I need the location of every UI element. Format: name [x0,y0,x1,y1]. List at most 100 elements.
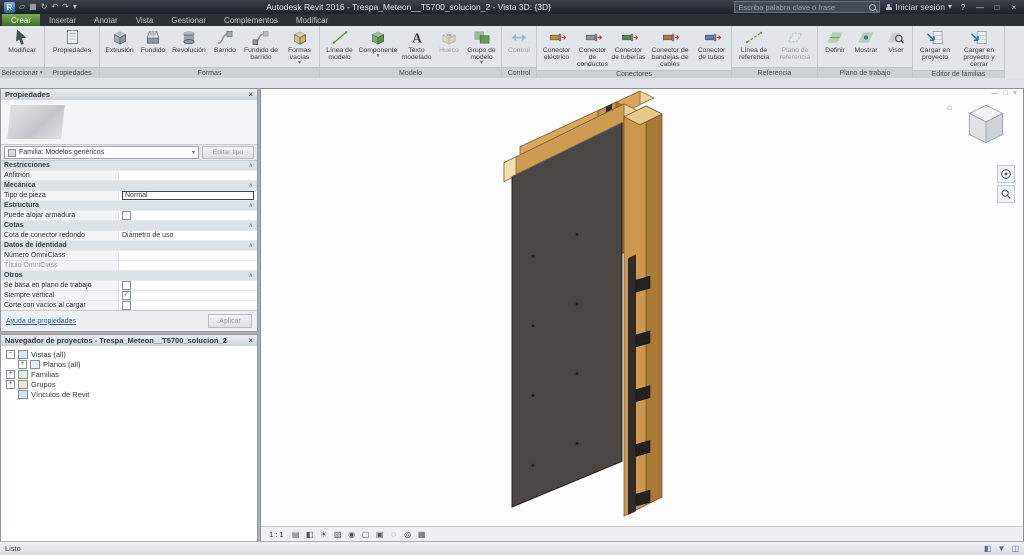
visual-style-icon[interactable]: ◧ [304,529,316,540]
tree-item-vistas[interactable]: − Vistas (all) [1,349,257,359]
conector-electrico-button[interactable]: Conector eléctrico [539,27,574,69]
expander-icon[interactable]: + [6,370,15,379]
tree-item-vinculos[interactable]: Vínculos de Revit [1,389,257,399]
temporary-hide-icon[interactable]: ◌ [388,529,400,540]
control-button[interactable]: Control [504,27,534,66]
minimize-button[interactable]: — [974,3,986,12]
tab-vista[interactable]: Vista [127,14,163,26]
close-button[interactable]: × [1008,3,1020,12]
restore-button[interactable]: □ [991,3,1003,12]
checkbox[interactable] [122,281,131,290]
reveal-hidden-icon[interactable]: ◎ [402,529,414,540]
expander-icon[interactable]: + [6,380,15,389]
tree-item-familias[interactable]: + Familias [1,369,257,379]
home-icon[interactable]: ⌂ [947,103,952,112]
detail-level-icon[interactable]: ▤ [290,529,302,540]
locked-3d-icon[interactable]: ▦ [416,529,428,540]
filter-icon[interactable]: ▼ [998,544,1006,553]
checkbox[interactable] [122,211,131,220]
apply-button[interactable]: Aplicar [208,314,252,328]
conector-tubos-button[interactable]: Conector de tubos [694,27,729,69]
infocenter-searchbox[interactable] [734,1,880,13]
conector-bandejas-button[interactable]: Conector de bandejas de cables [647,27,693,69]
visor-button[interactable]: Visor [882,27,910,66]
extrusion-button[interactable]: Extrusión [102,27,137,66]
panel-label-propiedades[interactable]: Propiedades [45,67,99,78]
properties-header[interactable]: Propiedades × [1,89,257,100]
render-icon[interactable]: ◉ [346,529,358,540]
linea-de-modelo-button[interactable]: Línea de modelo [322,27,357,66]
conector-conductos-button[interactable]: Conector de conductos [575,27,610,69]
scale-button[interactable]: 1 : 1 [265,529,288,540]
section-mecanica[interactable]: Mecánica∧ [1,181,257,191]
prop-value[interactable] [119,171,257,180]
expander-icon[interactable]: + [18,360,27,369]
modify-button[interactable]: Modificar [2,27,42,66]
properties-help-link[interactable]: Ayuda de propiedades [6,318,76,325]
properties-button[interactable]: Propiedades [47,27,97,66]
tab-complementos[interactable]: Complementos [215,14,287,26]
undo-icon[interactable]: ↶ [51,3,58,11]
texto-modelado-button[interactable]: Texto modelado [399,27,434,66]
section-datos-de-identidad[interactable]: Datos de identidad∧ [1,241,257,251]
drawing-area[interactable]: — □ × ⌂ 1 : 1 ▤ ◧ ☀ ▧ ◉ [260,88,1024,542]
close-icon[interactable]: × [248,336,253,345]
conector-tuberias-button[interactable]: Conector de tuberías [611,27,646,69]
shadows-icon[interactable]: ▧ [332,529,344,540]
panel-label-editor-de-familias[interactable]: Editor de familias [913,70,1004,78]
selection-toggle-icon[interactable]: ◫ [1011,544,1019,553]
viewcube-cube[interactable] [963,101,1009,149]
panel-label-control[interactable]: Control [502,67,536,78]
save-icon[interactable]: ▦ [29,3,37,11]
cargar-en-proyecto-y-cerrar-button[interactable]: Cargar en proyecto y cerrar [956,27,1002,69]
section-otros[interactable]: Otros∧ [1,271,257,281]
expander-icon[interactable]: − [6,350,15,359]
tab-modificar[interactable]: Modificar [287,14,337,26]
tipo-de-pieza-input[interactable]: Normal [122,191,254,200]
cargar-en-proyecto-button[interactable]: Cargar en proyecto [915,27,955,69]
tab-anotar[interactable]: Anotar [85,14,127,26]
fundido-button[interactable]: Fundido [138,27,168,66]
panel-label-formas[interactable]: Formas [100,67,319,78]
prop-value[interactable]: Diámetro de uso [119,231,257,240]
search-icon[interactable] [869,4,876,11]
crop-region-icon[interactable]: ▣ [374,529,386,540]
checkbox[interactable] [122,301,131,310]
view-close-button[interactable]: × [1013,90,1017,97]
tab-insertar[interactable]: Insertar [40,14,85,26]
help-button[interactable]: ? [957,3,969,12]
section-cotas[interactable]: Cotas∧ [1,221,257,231]
project-browser-header[interactable]: Navegador de proyectos - Trespa_Meteon__… [1,335,257,346]
steering-wheel-button[interactable] [997,165,1015,183]
definir-button[interactable]: Definir [820,27,850,66]
plano-de-referencia-button[interactable]: Plano de referencia [775,27,815,66]
zoom-button[interactable] [997,185,1015,203]
prop-value[interactable] [119,261,257,270]
section-restricciones[interactable]: Restricciones∧ [1,161,257,171]
sync-icon[interactable]: ↻ [41,3,48,11]
sun-path-icon[interactable]: ☀ [318,529,330,540]
tab-crear[interactable]: Crear [2,14,40,26]
componente-button[interactable]: Componente ▾ [358,27,398,66]
panel-label-conectores[interactable]: Conectores [537,70,731,78]
tab-gestionar[interactable]: Gestionar [162,14,215,26]
barrido-button[interactable]: Barrido [210,27,240,66]
revolucion-button[interactable]: Revolución [169,27,209,66]
view-restore-button[interactable]: □ [1004,90,1008,97]
3d-model-view[interactable] [261,89,1023,527]
mostrar-button[interactable]: Mostrar [851,27,881,66]
viewcube[interactable]: ⌂ [951,101,1009,149]
crop-view-icon[interactable]: ▢ [360,529,372,540]
panel-label-referencia[interactable]: Referencia [732,67,817,78]
checkbox-checked[interactable]: ✓ [122,291,131,300]
open-icon[interactable]: ▱ [19,3,25,11]
type-selector[interactable]: Familia: Modelos genéricos ▾ [4,146,199,159]
revit-logo-button[interactable]: R [4,2,15,13]
section-estructura[interactable]: Estructura∧ [1,201,257,211]
panel-label-plano-de-trabajo[interactable]: Plano de trabajo [818,67,912,78]
prop-value[interactable] [119,251,257,260]
formas-vacias-button[interactable]: Formas vacías ▾ [282,27,317,66]
tree-item-planos[interactable]: + Planos (all) [1,359,257,369]
grupo-de-modelo-button[interactable]: Grupo de modelo ▾ [464,27,499,66]
search-input[interactable] [738,3,866,12]
